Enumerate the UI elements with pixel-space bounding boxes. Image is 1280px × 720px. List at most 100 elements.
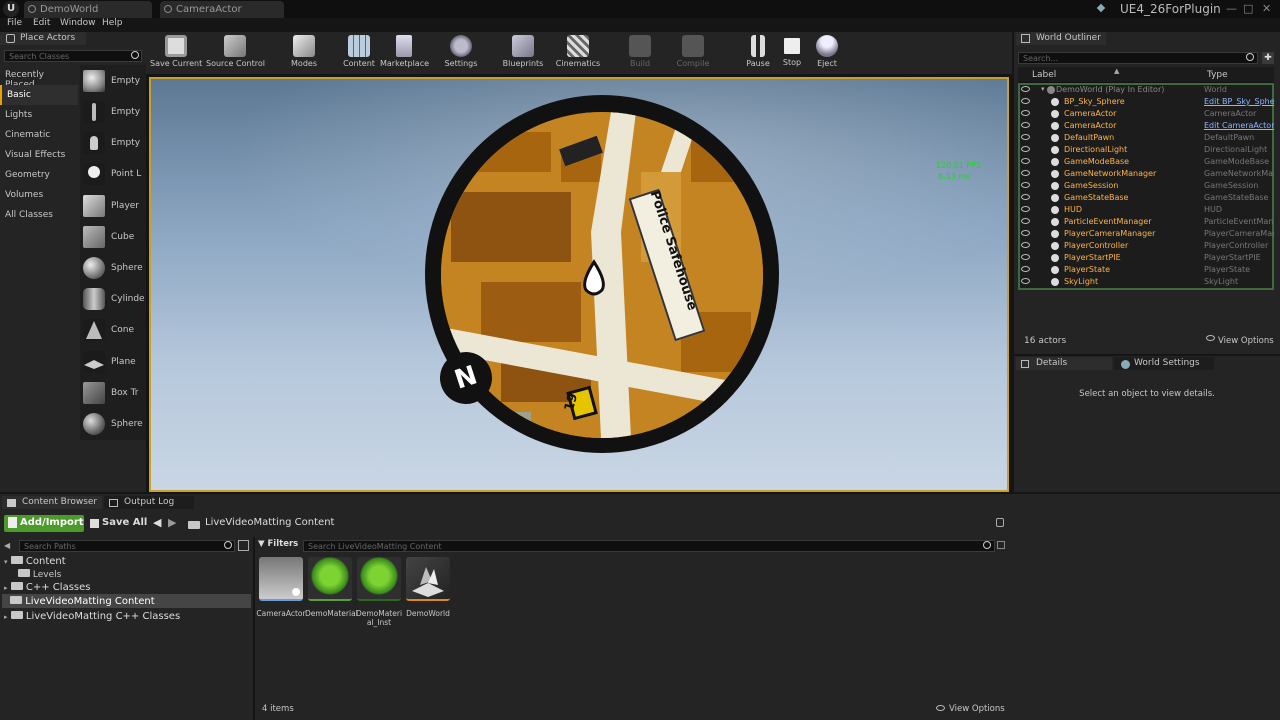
visibility-icon[interactable] — [1021, 182, 1030, 188]
outliner-row[interactable]: CameraActor CameraActor — [1019, 108, 1274, 120]
visibility-icon[interactable] — [1021, 266, 1030, 272]
close-button[interactable]: ✕ — [1262, 2, 1271, 15]
tree-item-cpp-classes[interactable]: ▸ C++ Classes — [4, 582, 90, 593]
visibility-icon[interactable] — [1021, 98, 1030, 104]
menu-help[interactable]: Help — [102, 18, 123, 28]
visibility-icon[interactable] — [1021, 86, 1030, 92]
asset-thumbnail-demoworld[interactable] — [406, 557, 450, 601]
save-current-button[interactable]: Save Current — [150, 32, 202, 72]
actor-type[interactable]: Edit CameraActor — [1204, 121, 1274, 130]
asset-options-icon[interactable] — [997, 541, 1005, 549]
actor-type[interactable]: Edit BP_Sky_Sphe — [1204, 97, 1274, 106]
outliner-row[interactable]: DefaultPawn DefaultPawn — [1019, 132, 1274, 144]
outliner-row[interactable]: PlayerCameraManager PlayerCameraMana — [1019, 228, 1274, 240]
back-arrow-icon[interactable]: ◀ — [153, 516, 161, 529]
outliner-row[interactable]: ParticleEventManager ParticleEventMana — [1019, 216, 1274, 228]
visibility-icon[interactable] — [1021, 134, 1030, 140]
category-lights[interactable]: Lights — [0, 105, 78, 125]
collapse-icon[interactable]: ◀ — [4, 541, 10, 550]
outliner-view-options[interactable]: View Options — [1218, 336, 1274, 346]
visibility-icon[interactable] — [1021, 278, 1030, 284]
col-label[interactable]: Label — [1032, 70, 1056, 80]
visibility-icon[interactable] — [1021, 158, 1030, 164]
menu-file[interactable]: File — [7, 18, 22, 28]
actor-item[interactable]: Box Tr — [80, 379, 146, 409]
forward-arrow-icon[interactable]: ▶ — [168, 516, 176, 529]
visibility-icon[interactable] — [1021, 254, 1030, 260]
content-view-options[interactable]: View Options — [949, 704, 1005, 714]
actor-item[interactable]: Plane — [80, 348, 146, 378]
outliner-row[interactable]: GameSession GameSession — [1019, 180, 1274, 192]
visibility-icon[interactable] — [1021, 146, 1030, 152]
visibility-icon[interactable] — [1021, 170, 1030, 176]
tab-details[interactable]: Details — [1016, 357, 1112, 370]
asset-thumbnail-demomaterial[interactable] — [308, 557, 352, 601]
add-filter-icon[interactable]: ✚ — [1262, 52, 1274, 64]
blueprints-button[interactable]: Blueprints — [500, 32, 546, 72]
category-visual-effects[interactable]: Visual Effects — [0, 145, 78, 165]
actor-item[interactable]: Empty — [80, 129, 146, 159]
search-assets-input[interactable]: Search LiveVideoMatting Content — [303, 540, 995, 552]
outliner-search-input[interactable]: Search... — [1018, 52, 1258, 64]
filters-button[interactable]: ▼ Filters — [258, 539, 300, 553]
menu-edit[interactable]: Edit — [33, 18, 50, 28]
outliner-row[interactable]: DirectionalLight DirectionalLight — [1019, 144, 1274, 156]
actor-item[interactable]: Player — [80, 192, 146, 222]
breadcrumb[interactable]: LiveVideoMatting Content — [205, 517, 334, 528]
outliner-row[interactable]: GameStateBase GameStateBase — [1019, 192, 1274, 204]
source-control-button[interactable]: Source Control — [206, 32, 265, 72]
outliner-row[interactable]: GameModeBase GameModeBase — [1019, 156, 1274, 168]
category-all-classes[interactable]: All Classes — [0, 205, 78, 225]
asset-thumbnail-cameraactor[interactable] — [259, 557, 303, 601]
tree-item-livevideomatting-cpp[interactable]: ▸ LiveVideoMatting C++ Classes — [4, 611, 180, 622]
visibility-icon[interactable] — [1021, 122, 1030, 128]
actor-item[interactable]: Sphere — [80, 410, 146, 440]
marketplace-button[interactable]: Marketplace — [380, 32, 429, 72]
search-paths-input[interactable]: Search Paths — [19, 540, 235, 552]
outliner-row[interactable]: GameNetworkManager GameNetworkMana — [1019, 168, 1274, 180]
category-volumes[interactable]: Volumes — [0, 185, 78, 205]
collapse-arrow-icon[interactable]: ▾ — [1041, 85, 1045, 93]
tree-item-livevideomatting-content[interactable]: LiveVideoMatting Content — [10, 596, 155, 607]
tree-item-levels[interactable]: Levels — [18, 569, 61, 580]
outliner-row[interactable]: CameraActor Edit CameraActor — [1019, 120, 1274, 132]
tree-item-content[interactable]: ▾ Content — [4, 556, 66, 567]
lock-icon[interactable] — [996, 518, 1004, 527]
outliner-row[interactable]: PlayerState PlayerState — [1019, 264, 1274, 276]
category-geometry[interactable]: Geometry — [0, 165, 78, 185]
eject-button[interactable]: Eject — [812, 32, 842, 72]
minimize-button[interactable]: — — [1226, 2, 1237, 15]
outliner-row[interactable]: HUD HUD — [1019, 204, 1274, 216]
tab-content-browser[interactable]: Content Browser — [2, 496, 102, 509]
actor-item[interactable]: Cube — [80, 223, 146, 253]
visibility-icon[interactable] — [1021, 242, 1030, 248]
content-button[interactable]: Content — [340, 32, 378, 72]
tab-demoworld[interactable]: DemoWorld — [24, 1, 152, 18]
path-options-icon[interactable] — [238, 540, 249, 551]
cinematics-button[interactable]: Cinematics — [554, 32, 602, 72]
search-classes-input[interactable]: Search Classes — [4, 50, 142, 62]
pause-button[interactable]: Pause — [742, 32, 774, 72]
settings-button[interactable]: Settings — [440, 32, 482, 72]
actor-item[interactable]: Cone — [80, 316, 146, 346]
outliner-row[interactable]: SkyLight SkyLight — [1019, 276, 1274, 288]
col-type[interactable]: Type — [1207, 70, 1228, 80]
actor-item[interactable]: Cylinde — [80, 285, 146, 315]
asset-thumbnail-demomaterial-inst[interactable] — [357, 557, 401, 601]
compile-button[interactable]: Compile — [672, 32, 714, 72]
modes-button[interactable]: Modes — [284, 32, 324, 72]
actor-item[interactable]: Point L — [80, 160, 146, 190]
tab-cameraactor[interactable]: CameraActor — [160, 1, 284, 18]
outliner-row[interactable]: PlayerStartPIE PlayerStartPIE — [1019, 252, 1274, 264]
category-cinematic[interactable]: Cinematic — [0, 125, 78, 145]
maximize-button[interactable]: □ — [1243, 2, 1253, 15]
visibility-icon[interactable] — [1021, 194, 1030, 200]
visibility-icon[interactable] — [1021, 206, 1030, 212]
menu-window[interactable]: Window — [60, 18, 96, 28]
category-recently-placed[interactable]: Recently Placed — [0, 65, 78, 90]
splitter[interactable] — [253, 537, 255, 720]
actor-item[interactable]: Sphere — [80, 254, 146, 284]
visibility-icon[interactable] — [1021, 230, 1030, 236]
category-basic[interactable]: Basic — [0, 85, 78, 105]
build-button[interactable]: Build — [620, 32, 660, 72]
